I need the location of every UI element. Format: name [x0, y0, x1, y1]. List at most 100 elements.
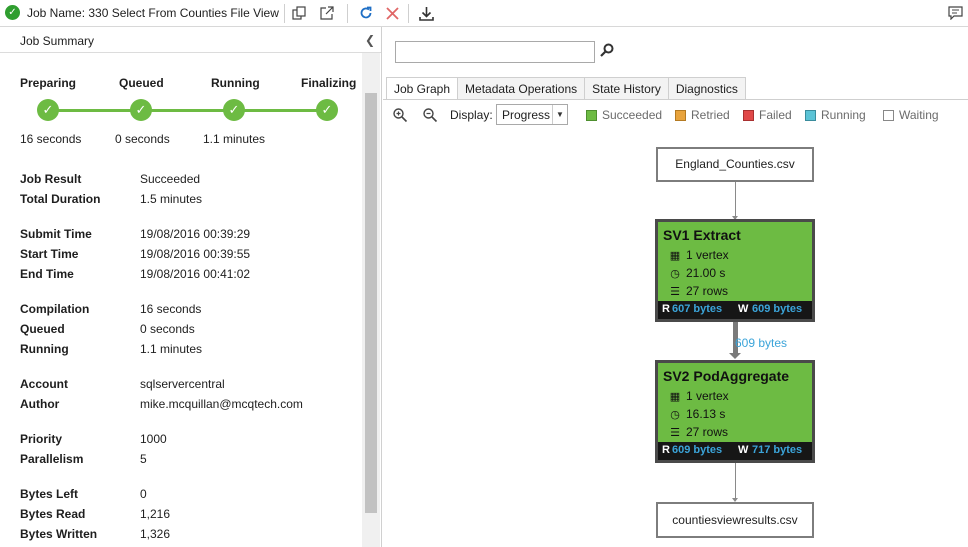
legend-label: Running	[821, 108, 866, 122]
feedback-icon[interactable]	[945, 3, 965, 23]
stage-queued-time: 0 seconds	[115, 132, 170, 146]
vertex-rows: 27 rows	[686, 425, 729, 439]
write-label: W	[738, 303, 749, 315]
tab-metadata-operations[interactable]: Metadata Operations	[457, 77, 586, 100]
job-name-title: Job Name: 330 Select From Counties File …	[27, 6, 279, 20]
graph-edge	[735, 463, 736, 501]
stage-finalizing-label: Finalizing	[301, 76, 357, 90]
zoom-in-icon[interactable]	[392, 107, 408, 123]
vertex-time-row: ◷ 16.13 s	[668, 407, 725, 421]
display-select[interactable]: Progress ▼	[496, 104, 568, 125]
legend-running: Running	[805, 108, 866, 122]
field-key: Author	[20, 397, 60, 411]
vertex-time: 16.13 s	[686, 407, 726, 421]
vertex-sv1-extract[interactable]: SV1 Extract ▦ 1 vertex ◷ 21.00 s ☰ 27 ro…	[655, 219, 815, 322]
legend-label: Failed	[759, 108, 792, 122]
field-value: 0	[140, 487, 147, 501]
toolbar-divider	[347, 4, 348, 23]
display-label: Display:	[450, 108, 493, 122]
field-key: Bytes Written	[20, 527, 98, 541]
collapse-panel-icon[interactable]: ❮	[365, 33, 375, 47]
open-external-icon[interactable]	[317, 3, 337, 23]
stage-finalizing-check-icon: ✓	[316, 99, 338, 121]
display-select-value: Progress	[502, 108, 551, 122]
field-value: 19/08/2016 00:39:29	[140, 227, 251, 241]
download-icon[interactable]	[416, 3, 436, 23]
search-icon[interactable]	[599, 42, 617, 60]
chevron-down-icon[interactable]: ▼	[552, 105, 567, 124]
read-label: R	[662, 303, 670, 315]
bytes-written: 717 bytes	[752, 444, 803, 456]
output-file-node[interactable]: countiesviewresults.csv	[656, 502, 814, 538]
legend-label: Succeeded	[602, 108, 663, 122]
vertex-title: SV1 Extract	[663, 227, 741, 243]
field-key: Queued	[20, 322, 65, 336]
stage-queued-check-icon: ✓	[130, 99, 152, 121]
toolbar-divider	[408, 4, 409, 23]
field-key: Priority	[20, 432, 63, 446]
write-label: W	[738, 444, 749, 456]
field-value: 1000	[140, 432, 167, 446]
bytes-written: 609 bytes	[752, 303, 803, 315]
edge-bytes-label: 609 bytes	[735, 336, 788, 350]
legend-swatch	[586, 109, 597, 121]
vertex-count: 1 vertex	[686, 389, 729, 403]
field-key: Bytes Read	[20, 507, 86, 521]
stage-progress-line	[48, 109, 326, 112]
legend-swatch	[805, 109, 816, 121]
legend-swatch	[883, 109, 894, 121]
legend-swatch	[743, 109, 754, 121]
vertex-count: 1 vertex	[686, 248, 729, 262]
stage-queued-label: Queued	[119, 76, 164, 90]
field-value: 5	[140, 452, 147, 466]
legend-succeeded: Succeeded	[586, 108, 662, 122]
tab-job-graph[interactable]: Job Graph	[386, 77, 459, 100]
copy-script-icon[interactable]	[289, 3, 309, 23]
status-ok-icon: ✓	[5, 5, 20, 20]
vertex-count-row: ▦ 1 vertex	[668, 248, 729, 262]
legend-waiting: Waiting	[883, 108, 939, 122]
refresh-icon[interactable]	[356, 3, 376, 23]
field-value: 19/08/2016 00:41:02	[140, 267, 251, 281]
field-key: Submit Time	[20, 227, 92, 241]
field-key: Parallelism	[20, 452, 84, 466]
tab-state-history[interactable]: State History	[584, 77, 669, 100]
cancel-job-icon[interactable]	[382, 3, 402, 23]
field-value: sqlservercentral	[140, 377, 225, 391]
field-value: 1,326	[140, 527, 171, 541]
zoom-out-icon[interactable]	[422, 107, 438, 123]
toolbar-divider	[284, 4, 285, 23]
bytes-read: 609 bytes	[672, 444, 723, 456]
job-summary-title: Job Summary	[20, 34, 95, 48]
job-summary-panel: Job Summary ❮ Preparing Queued Running F…	[0, 27, 382, 547]
input-file-node[interactable]: England_Counties.csv	[656, 147, 814, 182]
legend-swatch	[675, 109, 686, 121]
grid-icon: ▦	[669, 249, 681, 262]
vertex-rows-row: ☰ 27 rows	[668, 425, 728, 439]
field-value: 1,216	[140, 507, 171, 521]
field-value: 0 seconds	[140, 322, 195, 336]
graph-edge	[735, 182, 736, 220]
tab-diagnostics[interactable]: Diagnostics	[667, 77, 746, 100]
summary-scrollbar[interactable]	[362, 53, 380, 547]
field-key: Compilation	[20, 302, 90, 316]
field-value: Succeeded	[140, 172, 201, 186]
field-value: 19/08/2016 00:39:55	[140, 247, 251, 261]
field-key: Job Result	[20, 172, 82, 186]
field-value: 16 seconds	[140, 302, 202, 316]
search-input[interactable]	[395, 41, 595, 63]
stage-running-label: Running	[211, 76, 260, 90]
legend-failed: Failed	[743, 108, 792, 122]
tabs-divider	[383, 99, 968, 100]
scrollbar-thumb[interactable]	[365, 93, 377, 513]
field-key: Account	[20, 377, 68, 391]
legend-label: Retried	[691, 108, 730, 122]
stage-preparing-check-icon: ✓	[37, 99, 59, 121]
legend-label: Waiting	[899, 108, 939, 122]
vertex-sv2-podaggregate[interactable]: SV2 PodAggregate ▦ 1 vertex ◷ 16.13 s ☰ …	[655, 360, 815, 463]
list-icon: ☰	[670, 426, 680, 439]
job-toolbar: ✓ Job Name: 330 Select From Counties Fil…	[0, 0, 968, 27]
vertex-time-row: ◷ 21.00 s	[668, 266, 725, 280]
field-key: Start Time	[20, 247, 79, 261]
stage-running-time: 1.1 minutes	[203, 132, 266, 146]
